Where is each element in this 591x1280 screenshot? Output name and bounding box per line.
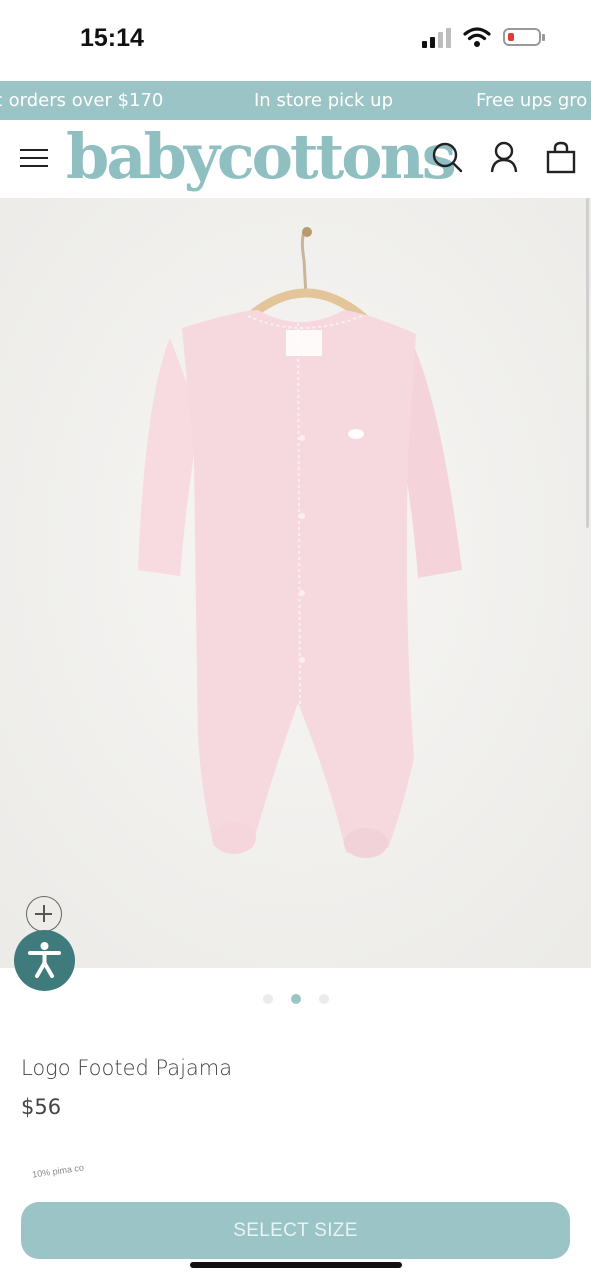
pima-cotton-badge: 10% pima co xyxy=(26,1160,90,1184)
logo[interactable]: babycottons xyxy=(66,120,457,193)
accessibility-button[interactable] xyxy=(14,930,75,991)
battery-icon xyxy=(503,28,545,46)
carousel-dot[interactable] xyxy=(262,994,273,1004)
product-name: Logo Footed Pajama xyxy=(21,1056,233,1080)
cellular-signal-icon xyxy=(422,26,451,48)
product-image[interactable] xyxy=(0,198,591,968)
menu-icon[interactable] xyxy=(20,147,48,169)
search-icon[interactable] xyxy=(430,140,464,174)
status-time: 15:14 xyxy=(80,24,144,52)
account-icon[interactable] xyxy=(487,140,521,174)
image-scrollbar[interactable] xyxy=(586,198,589,528)
status-bar: 15:14 xyxy=(0,0,591,80)
badge-text: 10% pima co xyxy=(31,1162,85,1180)
wifi-icon xyxy=(463,27,491,47)
select-size-button[interactable]: SELECT SIZE xyxy=(21,1202,570,1259)
status-icons xyxy=(422,26,545,48)
bag-icon[interactable] xyxy=(544,140,578,174)
carousel-dot[interactable] xyxy=(318,994,329,1004)
announcement-message[interactable]: In store pick up xyxy=(254,90,393,111)
zoom-in-icon[interactable] xyxy=(26,896,62,932)
site-header: babycottons xyxy=(0,120,591,198)
announcement-message[interactable]: Free ups gro xyxy=(476,90,587,111)
carousel-dot-active[interactable] xyxy=(290,994,301,1004)
home-indicator xyxy=(190,1262,402,1268)
product-price: $56 xyxy=(21,1095,62,1119)
accessibility-icon xyxy=(28,942,61,978)
announcement-message[interactable]: ic orders over $170 xyxy=(0,90,163,111)
pajama-photo xyxy=(0,198,591,968)
carousel-dots xyxy=(0,994,591,1008)
announcement-bar: ic orders over $170 In store pick up Fre… xyxy=(0,81,591,120)
